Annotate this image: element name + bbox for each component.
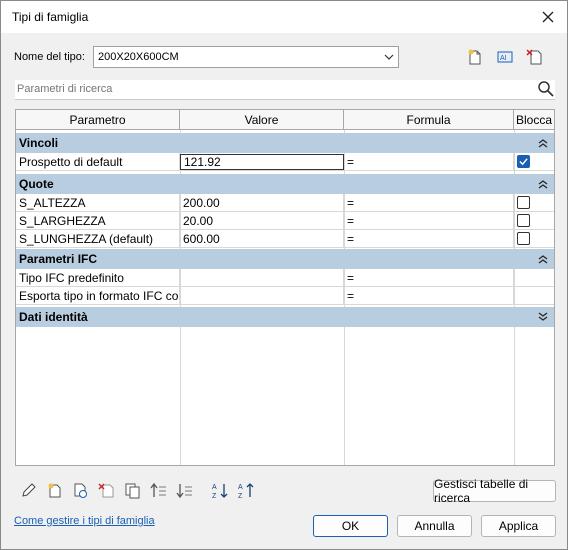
lock-checkbox[interactable]	[517, 155, 530, 168]
check-icon	[519, 158, 528, 166]
cancel-button[interactable]: Annulla	[397, 515, 472, 537]
shared-parameter-icon	[74, 483, 87, 498]
column-header-formula[interactable]: Formula	[344, 110, 514, 130]
value-input[interactable]: 121.92	[180, 154, 344, 170]
formula-cell[interactable]: =	[344, 194, 514, 212]
value-cell[interactable]	[180, 269, 344, 287]
ok-button[interactable]: OK	[313, 515, 388, 537]
group-parametri-ifc[interactable]: Parametri IFC	[16, 249, 554, 269]
lock-checkbox[interactable]	[517, 232, 530, 245]
svg-text:A: A	[212, 484, 217, 491]
search-box	[15, 80, 555, 100]
table-row: S_LUNGHEZZA (default) 600.00 =	[16, 230, 554, 248]
duplicate-parameter-button[interactable]	[122, 480, 142, 500]
move-up-icon	[149, 482, 166, 497]
type-name-label: Nome del tipo:	[14, 51, 85, 63]
param-name: Prospetto di default	[16, 153, 180, 171]
group-dati-identita[interactable]: Dati identità	[16, 307, 554, 327]
lock-checkbox[interactable]	[517, 196, 530, 209]
column-header-lock[interactable]: Blocca	[514, 110, 554, 130]
new-type-button[interactable]	[464, 46, 486, 68]
copy-icon	[125, 483, 139, 498]
type-name-value: 200X20X600CM	[98, 51, 179, 63]
value-cell[interactable]: 200.00	[180, 194, 344, 212]
move-down-icon	[175, 483, 192, 498]
value-cell[interactable]: 600.00	[180, 230, 344, 248]
value-cell[interactable]	[180, 287, 344, 305]
formula-cell[interactable]: =	[344, 212, 514, 230]
table-row: Esporta tipo in formato IFC co =	[16, 287, 554, 305]
close-button[interactable]	[535, 5, 561, 29]
formula-cell[interactable]: =	[344, 230, 514, 248]
table-row: Tipo IFC predefinito =	[16, 269, 554, 287]
sort-ascending-button[interactable]: AZ	[210, 480, 230, 500]
formula-cell[interactable]: =	[344, 269, 514, 287]
search-input[interactable]	[15, 80, 535, 98]
parameters-grid: Parametro Valore Formula Blocca Vincoli …	[15, 109, 555, 466]
sort-descending-button[interactable]: AZ	[236, 480, 256, 500]
column-header-value[interactable]: Valore	[180, 110, 344, 130]
delete-type-button[interactable]	[524, 46, 546, 68]
manage-lookup-tables-button[interactable]: Gestisci tabelle di ricerca	[433, 477, 556, 505]
param-name: S_LUNGHEZZA (default)	[16, 230, 180, 248]
apply-button[interactable]: Applica	[481, 515, 556, 537]
sort-descending-icon: AZ	[238, 482, 253, 499]
group-title: Parametri IFC	[19, 252, 98, 266]
type-name-dropdown[interactable]: 200X20X600CM	[93, 46, 399, 68]
param-name: Esporta tipo in formato IFC co	[16, 287, 180, 305]
search-icon[interactable]	[537, 80, 555, 98]
sort-ascending-icon: AZ	[212, 483, 227, 499]
svg-text:AI: AI	[500, 55, 507, 62]
lock-checkbox[interactable]	[517, 214, 530, 227]
table-row: S_ALTEZZA 200.00 =	[16, 194, 554, 212]
collapse-icon	[538, 255, 548, 264]
collapse-icon	[538, 139, 548, 148]
parameter-toolbar: AZ AZ	[18, 480, 256, 500]
title-bar: Tipi di famiglia	[1, 1, 567, 33]
move-up-button[interactable]	[148, 480, 168, 500]
param-name: S_ALTEZZA	[16, 194, 180, 212]
table-row: Prospetto di default 121.92 =	[16, 153, 554, 171]
svg-text:Z: Z	[212, 493, 217, 499]
group-title: Dati identità	[19, 310, 88, 324]
rename-type-icon: AI	[497, 51, 513, 63]
param-name: S_LARGHEZZA	[16, 212, 180, 230]
new-parameter-icon	[48, 483, 60, 497]
formula-cell[interactable]: =	[344, 153, 514, 171]
group-vincoli[interactable]: Vincoli	[16, 133, 554, 153]
delete-parameter-icon	[98, 483, 113, 497]
group-title: Vincoli	[19, 136, 59, 150]
delete-type-icon	[526, 49, 542, 65]
formula-cell[interactable]: =	[344, 287, 514, 305]
close-icon	[542, 11, 554, 23]
value-cell[interactable]: 20.00	[180, 212, 344, 230]
shared-parameter-button[interactable]	[70, 480, 90, 500]
expand-icon	[538, 312, 548, 321]
param-name: Tipo IFC predefinito	[16, 269, 180, 287]
pencil-icon	[21, 482, 36, 497]
move-down-button[interactable]	[174, 480, 194, 500]
table-row: S_LARGHEZZA 20.00 =	[16, 212, 554, 230]
dialog-title: Tipi di famiglia	[12, 10, 89, 24]
delete-parameter-button[interactable]	[96, 480, 116, 500]
new-type-icon	[468, 49, 481, 65]
new-parameter-button[interactable]	[44, 480, 64, 500]
collapse-icon	[538, 180, 548, 189]
chevron-down-icon	[384, 54, 394, 60]
edit-parameter-button[interactable]	[18, 480, 38, 500]
help-link[interactable]: Come gestire i tipi di famiglia	[14, 515, 155, 527]
group-title: Quote	[19, 177, 54, 191]
group-quote[interactable]: Quote	[16, 174, 554, 194]
type-toolbar: AI	[464, 46, 546, 68]
family-types-dialog: Tipi di famiglia Nome del tipo: 200X20X6…	[0, 0, 568, 550]
svg-text:A: A	[238, 484, 243, 491]
column-header-parameter[interactable]: Parametro	[16, 110, 180, 130]
svg-text:Z: Z	[238, 493, 243, 499]
rename-type-button[interactable]: AI	[494, 46, 516, 68]
